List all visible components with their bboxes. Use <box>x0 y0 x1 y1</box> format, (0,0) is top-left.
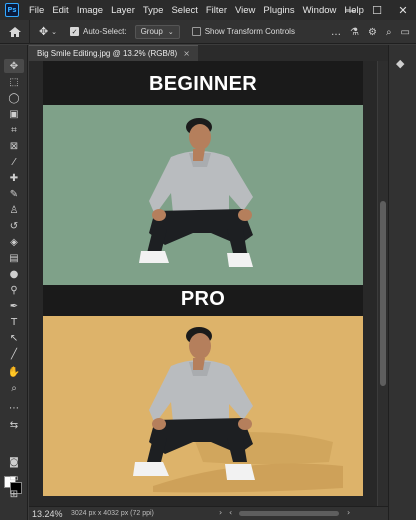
close-tab-icon[interactable]: × <box>183 49 190 58</box>
quick-mask-icon[interactable]: ◙ <box>4 455 24 469</box>
chevron-down-icon: ⌄ <box>167 27 174 36</box>
dodge-tool-icon[interactable]: ⚲ <box>4 283 24 297</box>
more-options-icon[interactable]: … <box>331 27 341 38</box>
heading-pro: PRO <box>180 288 226 310</box>
document-tab[interactable]: Big Smile Editing.jpg @ 13.2% (RGB/8) × <box>29 45 198 61</box>
move-tool-icon: ✥ <box>38 25 49 38</box>
menu-edit[interactable]: Edit <box>48 5 72 16</box>
line-tool-icon[interactable]: ╱ <box>4 347 24 361</box>
menu-select[interactable]: Select <box>167 5 201 16</box>
lasso-tool-icon[interactable]: ◯ <box>4 91 24 105</box>
menu-type[interactable]: Type <box>139 5 168 16</box>
auto-select-target-dropdown[interactable]: Group ⌄ <box>134 24 180 39</box>
document-tab-title: Big Smile Editing.jpg @ 13.2% (RGB/8) <box>37 49 178 58</box>
zoom-tool-icon[interactable]: ⌕ <box>4 381 24 395</box>
auto-select-label: Auto-Select: <box>83 27 127 36</box>
more-tools-icon[interactable]: ⋯ <box>4 401 24 415</box>
options-right-icons: … ⚗ ⚙ ⌕ ▭ <box>331 20 410 44</box>
chevron-down-icon: ⌄ <box>51 27 58 36</box>
clone-stamp-tool-icon[interactable]: ♙ <box>4 203 24 217</box>
close-icon[interactable]: ✕ <box>390 4 416 17</box>
eraser-tool-icon[interactable]: ◈ <box>4 235 24 249</box>
photoshop-logo-icon[interactable]: Ps <box>5 3 19 17</box>
menu-bar: Ps File Edit Image Layer Type Select Fil… <box>0 0 416 20</box>
share-icon[interactable]: ▭ <box>401 27 410 38</box>
minimize-icon[interactable]: — <box>338 4 364 17</box>
flask-icon[interactable]: ⚗ <box>350 27 359 38</box>
pro-photo <box>43 316 363 496</box>
vertical-scroll-thumb[interactable] <box>380 201 386 386</box>
photoshop-window: Ps File Edit Image Layer Type Select Fil… <box>0 0 416 520</box>
menu-plugins[interactable]: Plugins <box>259 5 298 16</box>
swap-colors-icon[interactable]: ⇆ <box>4 418 24 432</box>
maximize-icon[interactable]: ☐ <box>364 4 390 17</box>
type-tool-icon[interactable]: T <box>4 315 24 329</box>
edit-toolbar-icon[interactable]: ⊞ <box>4 487 24 501</box>
menu-window[interactable]: Window <box>299 5 341 16</box>
horizontal-scroll-thumb[interactable] <box>239 511 339 516</box>
beginner-photo <box>43 105 363 285</box>
heading-beginner: BEGINNER <box>149 73 257 95</box>
menu-filter[interactable]: Filter <box>202 5 231 16</box>
auto-select-target-value: Group <box>140 27 163 36</box>
blur-tool-icon[interactable]: ● <box>4 267 24 281</box>
auto-select-group: ✓ Auto-Select: Group ⌄ <box>70 24 180 39</box>
scroll-left-icon[interactable]: ‹ <box>229 508 232 517</box>
path-selection-tool-icon[interactable]: ↖ <box>4 331 24 345</box>
transform-controls-group: Show Transform Controls <box>191 27 295 36</box>
transform-controls-label: Show Transform Controls <box>204 27 295 36</box>
brush-tool-icon[interactable]: ✎ <box>4 187 24 201</box>
vertical-scrollbar[interactable] <box>378 61 388 506</box>
menu-image[interactable]: Image <box>73 5 107 16</box>
eyedropper-tool-icon[interactable]: ⁄ <box>4 155 24 169</box>
sitting-man-image <box>133 327 343 493</box>
document-info[interactable]: 3024 px x 4032 px (72 ppi) <box>71 510 181 517</box>
window-controls: — ☐ ✕ <box>338 0 416 20</box>
right-panel-strip: ◆ <box>388 45 416 520</box>
move-tool-preset[interactable]: ✥ ⌄ <box>30 25 66 38</box>
document-canvas[interactable]: BEGINNER PRO <box>43 61 363 496</box>
sitting-man-image <box>139 118 253 267</box>
scroll-right-icon[interactable]: › <box>347 508 350 517</box>
home-button[interactable] <box>0 19 30 44</box>
options-bar: ✥ ⌄ ✓ Auto-Select: Group ⌄ Show Transfor… <box>0 19 416 44</box>
object-selection-tool-icon[interactable]: ▣ <box>4 107 24 121</box>
transform-controls-checkbox[interactable] <box>191 27 201 36</box>
zoom-level[interactable]: 13.24% <box>29 509 71 519</box>
search-icon[interactable]: ⌕ <box>386 27 392 38</box>
menu-file[interactable]: File <box>25 5 48 16</box>
panels-icon[interactable]: ◆ <box>396 57 410 70</box>
menu-layer[interactable]: Layer <box>107 5 139 16</box>
history-brush-tool-icon[interactable]: ↺ <box>4 219 24 233</box>
marquee-tool-icon[interactable]: ⬚ <box>4 75 24 89</box>
settings-icon[interactable]: ⚙ <box>368 27 377 38</box>
move-tool-icon[interactable]: ✥ <box>4 59 24 73</box>
chevron-right-icon[interactable]: › <box>219 508 222 517</box>
crop-tool-icon[interactable]: ⌗ <box>4 123 24 137</box>
screen-mode-icon[interactable]: ▭ <box>4 471 24 485</box>
frame-tool-icon[interactable]: ⊠ <box>4 139 24 153</box>
status-bar: 13.24% 3024 px x 4032 px (72 ppi) › ‹ › <box>29 506 388 520</box>
hand-tool-icon[interactable]: ✋ <box>4 365 24 379</box>
healing-brush-tool-icon[interactable]: ✚ <box>4 171 24 185</box>
tools-panel: ✥ ⬚ ◯ ▣ ⌗ ⊠ ⁄ ✚ ✎ ♙ ↺ ◈ ▤ ● ⚲ ✒ T ↖ ╱ ✋ … <box>0 45 28 520</box>
auto-select-checkbox[interactable]: ✓ <box>70 27 79 36</box>
menu-view[interactable]: View <box>231 5 259 16</box>
document-tab-bar: Big Smile Editing.jpg @ 13.2% (RGB/8) × <box>29 45 388 61</box>
home-icon <box>8 26 21 37</box>
pen-tool-icon[interactable]: ✒ <box>4 299 24 313</box>
gradient-tool-icon[interactable]: ▤ <box>4 251 24 265</box>
canvas-area[interactable]: BEGINNER PRO <box>29 61 377 506</box>
